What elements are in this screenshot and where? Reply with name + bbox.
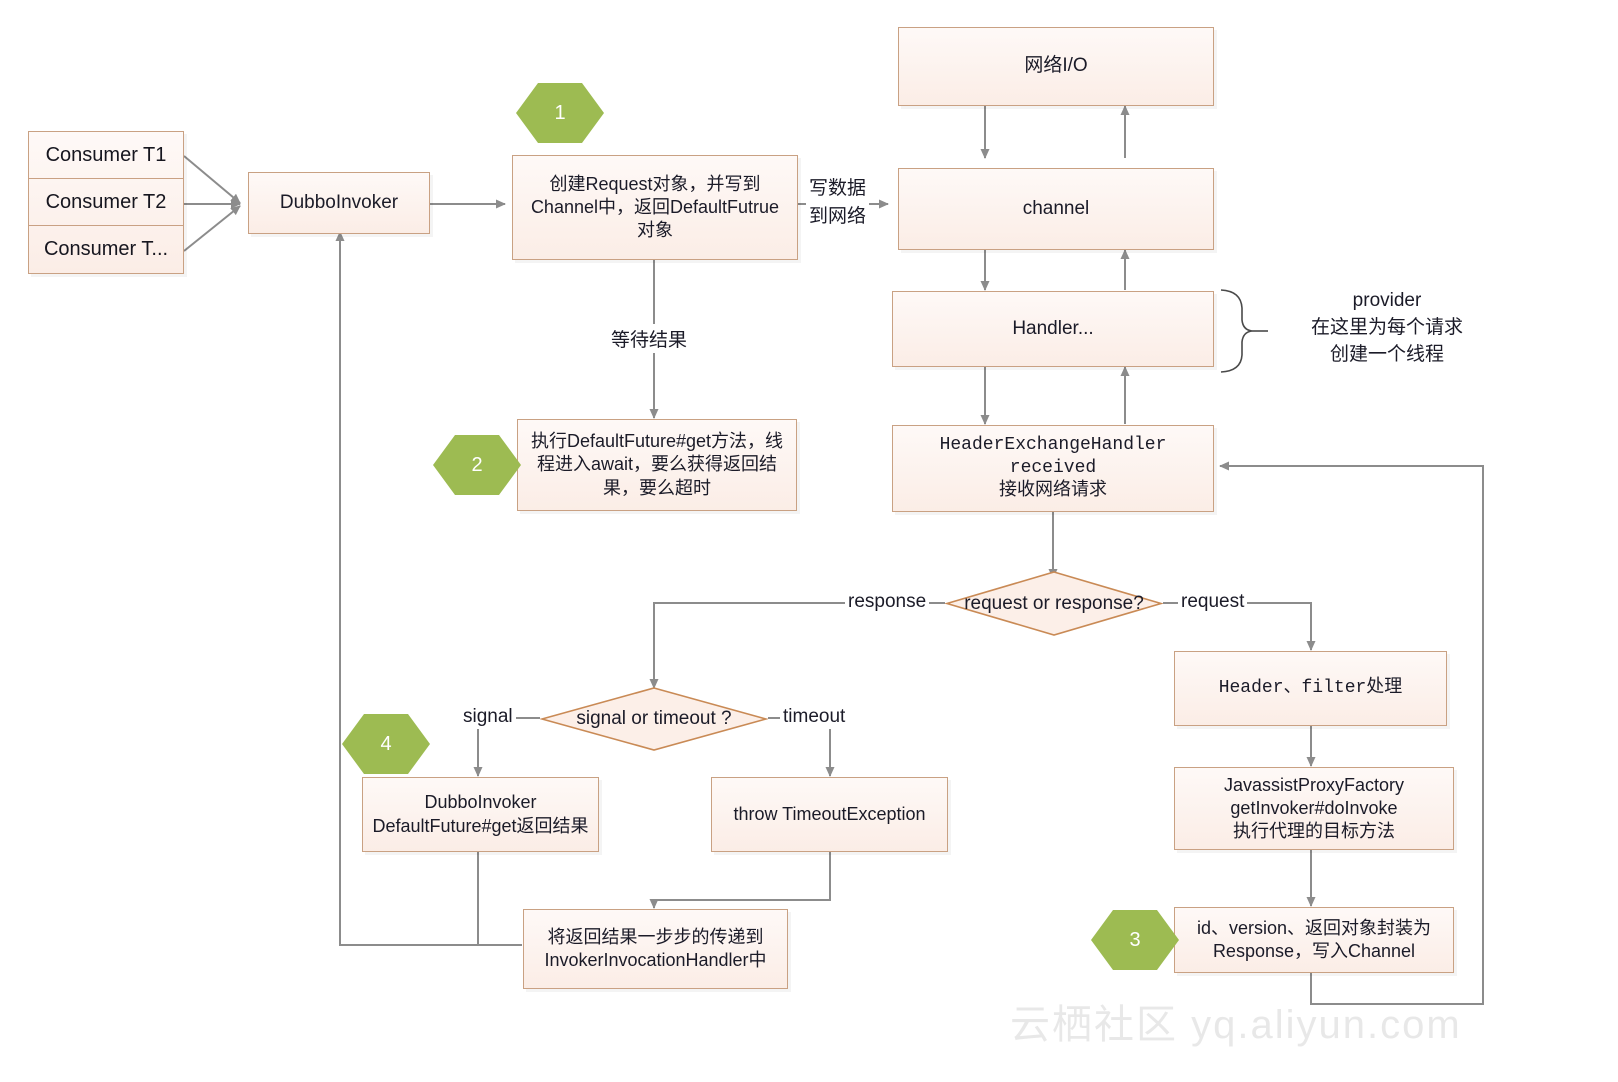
step-badge-label: 2 — [471, 453, 483, 476]
step-badge-2: 2 — [432, 434, 522, 496]
edge-label-response: response — [845, 590, 930, 614]
list-item[interactable]: Consumer T... — [29, 226, 183, 272]
consumer-stack: Consumer T1 Consumer T2 Consumer T... — [28, 131, 184, 274]
decision-signal-or-timeout[interactable]: signal or timeout ? — [539, 686, 769, 752]
node-label: 将返回结果一步步的传递到 InvokerInvocationHandler中 — [544, 926, 767, 970]
node-javassist-proxy-factory[interactable]: JavassistProxyFactory getInvoker#doInvok… — [1174, 767, 1454, 850]
node-default-future-get[interactable]: 执行DefaultFuture#get方法，线 程进入await，要么获得返回结… — [517, 419, 797, 511]
decision-label: request or response? — [964, 592, 1144, 614]
step-badge-label: 1 — [554, 101, 566, 124]
node-label: throw TimeoutException — [733, 803, 926, 824]
edge-label-write-data: 写数据 到网络 — [806, 174, 870, 232]
node-label: Handler... — [1012, 317, 1094, 339]
node-header-exchange-handler[interactable]: HeaderExchangeHandler received 接收网络请求 — [892, 425, 1214, 512]
step-badge-label: 3 — [1129, 928, 1141, 951]
node-label: HeaderExchangeHandler received 接收网络请求 — [939, 434, 1167, 502]
flowchart-canvas: Consumer T1 Consumer T2 Consumer T... Du… — [0, 0, 1618, 1082]
node-label: DubboInvoker — [279, 191, 399, 213]
node-dubbo-invoker[interactable]: DubboInvoker — [248, 172, 430, 234]
node-network-io[interactable]: 网络I/O — [898, 27, 1214, 106]
annotation-provider-note: provider 在这里为每个请求 创建一个线程 — [1310, 290, 1463, 365]
node-handler[interactable]: Handler... — [892, 291, 1214, 367]
edge-label-timeout: timeout — [780, 705, 849, 729]
list-item[interactable]: Consumer T1 — [29, 132, 183, 179]
step-badge-4: 4 — [341, 713, 431, 775]
node-deliver-result[interactable]: 将返回结果一步步的传递到 InvokerInvocationHandler中 — [523, 909, 788, 989]
node-label: JavassistProxyFactory getInvoker#doInvok… — [1223, 774, 1405, 842]
edge-label-signal: signal — [460, 705, 516, 729]
decision-request-or-response[interactable]: request or response? — [944, 570, 1164, 637]
node-label: 创建Request对象，并写到 Channel中，返回DefaultFutrue… — [530, 173, 780, 241]
node-header-filter[interactable]: Header、filter处理 — [1174, 651, 1447, 726]
node-throw-timeout-exception[interactable]: throw TimeoutException — [711, 777, 948, 852]
step-badge-3: 3 — [1090, 909, 1180, 971]
step-badge-1: 1 — [515, 82, 605, 144]
step-badge-label: 4 — [380, 732, 392, 755]
node-channel[interactable]: channel — [898, 168, 1214, 250]
decision-label: signal or timeout ? — [576, 708, 732, 729]
watermark: 云栖社区 yq.aliyun.com — [1010, 1003, 1462, 1047]
node-label: Header、filter处理 — [1218, 677, 1403, 698]
node-label: channel — [1022, 197, 1090, 219]
node-dubbo-invoker-result[interactable]: DubboInvoker DefaultFuture#get返回结果 — [362, 777, 599, 852]
node-label: id、version、返回对象封装为 Response，写入Channel — [1196, 917, 1432, 961]
node-wrap-response[interactable]: id、version、返回对象封装为 Response，写入Channel — [1174, 907, 1454, 973]
list-item[interactable]: Consumer T2 — [29, 179, 183, 226]
node-label: DubboInvoker DefaultFuture#get返回结果 — [372, 792, 589, 836]
node-label: 网络I/O — [1024, 55, 1088, 77]
node-create-request[interactable]: 创建Request对象，并写到 Channel中，返回DefaultFutrue… — [512, 155, 798, 260]
edge-label-wait-result: 等待结果 — [608, 324, 691, 353]
edge-label-request: request — [1178, 590, 1248, 614]
node-label: 执行DefaultFuture#get方法，线 程进入await，要么获得返回结… — [530, 431, 784, 498]
